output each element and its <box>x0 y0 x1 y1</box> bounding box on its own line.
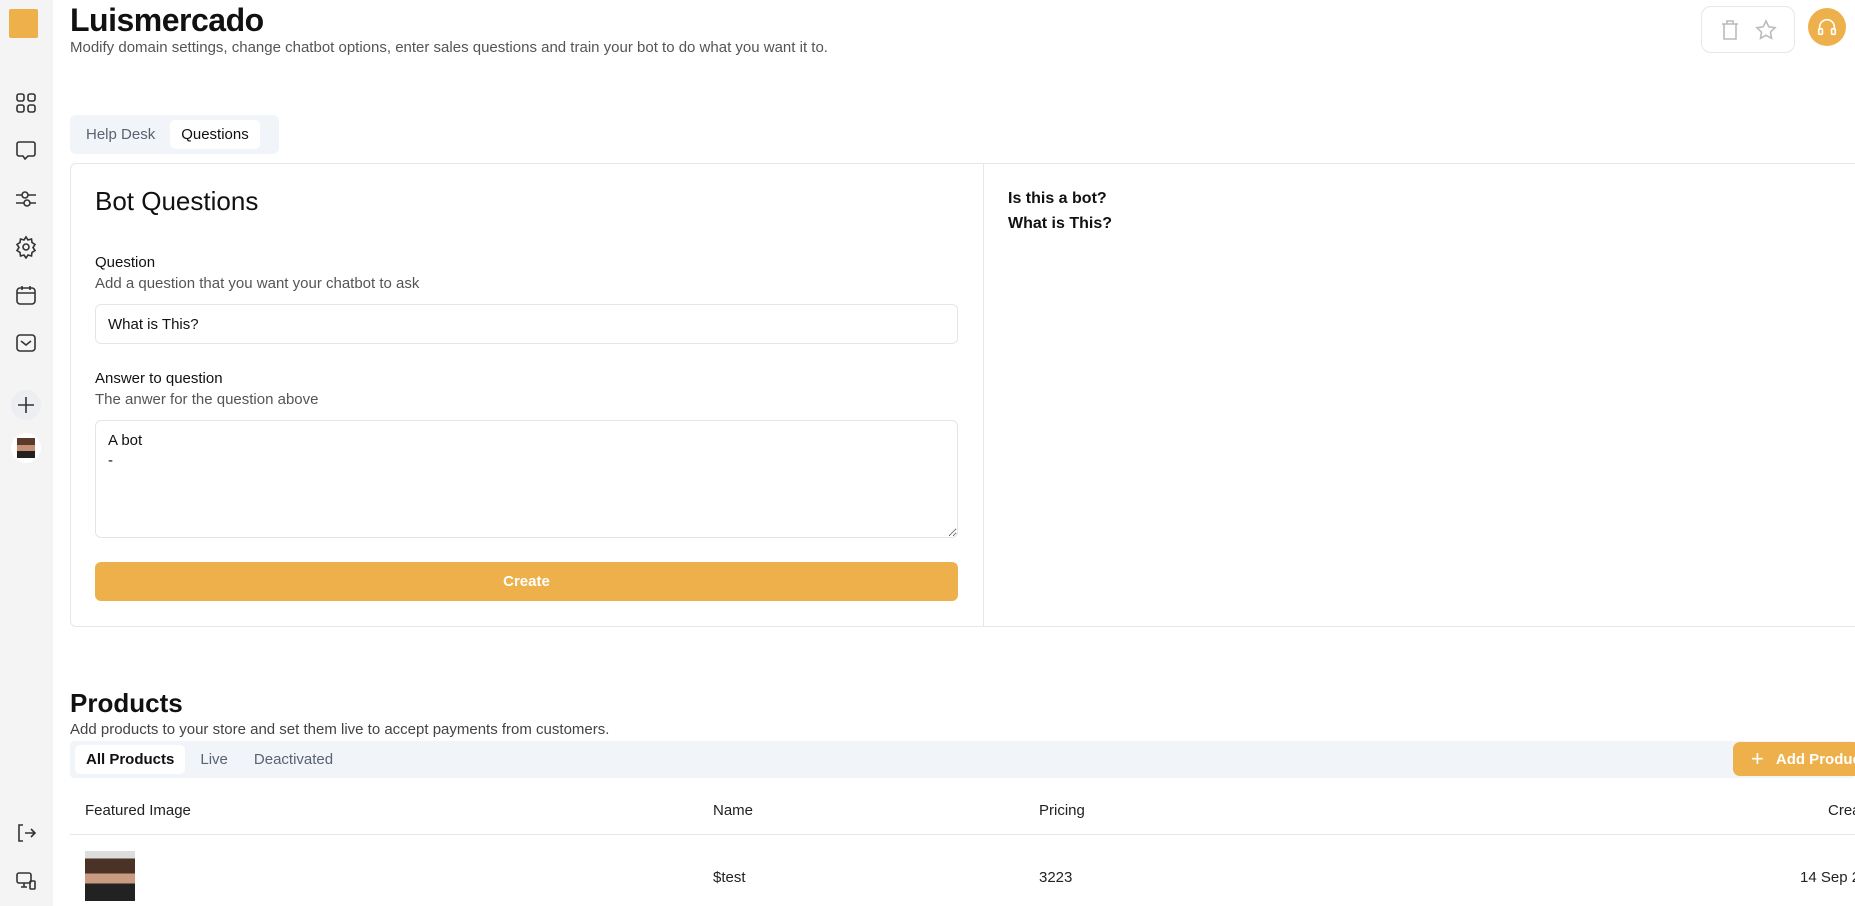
create-button[interactable]: Create <box>95 562 958 601</box>
plus-icon: + <box>1751 746 1764 771</box>
tab-deactivated[interactable]: Deactivated <box>243 745 344 774</box>
trash-icon[interactable] <box>1718 18 1742 42</box>
settings-icon[interactable] <box>11 232 41 262</box>
product-created: 14 Sep 2 <box>1800 869 1855 886</box>
answer-help: The anwer for the question above <box>95 391 319 408</box>
product-image <box>85 851 135 901</box>
products-title: Products <box>70 688 183 718</box>
tab-live[interactable]: Live <box>189 745 239 774</box>
question-list-item[interactable]: Is this a bot? <box>1008 190 1107 208</box>
support-button[interactable] <box>1808 8 1846 46</box>
mail-icon[interactable] <box>11 328 41 358</box>
star-icon[interactable] <box>1754 18 1778 42</box>
column-header: Pricing <box>1039 802 1085 819</box>
tab-all-products[interactable]: All Products <box>75 745 186 774</box>
calendar-icon[interactable] <box>11 280 41 310</box>
headphones-icon <box>1817 18 1837 36</box>
bot-questions-card <box>70 163 1855 627</box>
sliders-icon[interactable] <box>11 184 41 214</box>
logout-icon[interactable] <box>11 818 41 848</box>
settings-tabs: Help Desk Questions <box>70 115 279 154</box>
question-input[interactable] <box>95 304 958 344</box>
page-subtitle: Modify domain settings, change chatbot o… <box>70 39 828 56</box>
answer-textarea[interactable]: A bot - <box>95 420 958 538</box>
bot-questions-title: Bot Questions <box>95 186 259 216</box>
product-pricing: 3223 <box>1039 869 1073 886</box>
product-name: $test <box>713 869 746 886</box>
plus-icon[interactable] <box>11 390 41 420</box>
dashboard-icon[interactable] <box>11 88 41 118</box>
question-list-item[interactable]: What is This? <box>1008 215 1112 233</box>
column-header: Created <box>1828 802 1855 819</box>
question-help: Add a question that you want your chatbo… <box>95 275 420 292</box>
product-tabs: All Products Live Deactivated <box>70 741 1855 778</box>
products-subtitle: Add products to your store and set them … <box>70 721 610 738</box>
question-label: Question <box>95 254 156 271</box>
page-title: Luismercado <box>70 2 264 38</box>
add-product-label: Add Product <box>1775 750 1855 768</box>
column-header: Featured Image <box>85 802 191 819</box>
answer-label: Answer to question <box>95 370 223 387</box>
tab-questions[interactable]: Questions <box>170 120 260 149</box>
device-icon[interactable] <box>11 866 41 896</box>
column-header: Name <box>713 802 754 819</box>
header-actions <box>1701 6 1795 53</box>
divider <box>983 163 984 627</box>
sidebar <box>0 0 53 906</box>
logo <box>9 9 38 38</box>
add-product-button[interactable]: + Add Product <box>1733 742 1855 776</box>
chat-icon[interactable] <box>11 136 41 166</box>
avatar[interactable] <box>11 433 41 463</box>
tab-help-desk[interactable]: Help Desk <box>75 120 166 149</box>
table-divider <box>70 834 1855 835</box>
